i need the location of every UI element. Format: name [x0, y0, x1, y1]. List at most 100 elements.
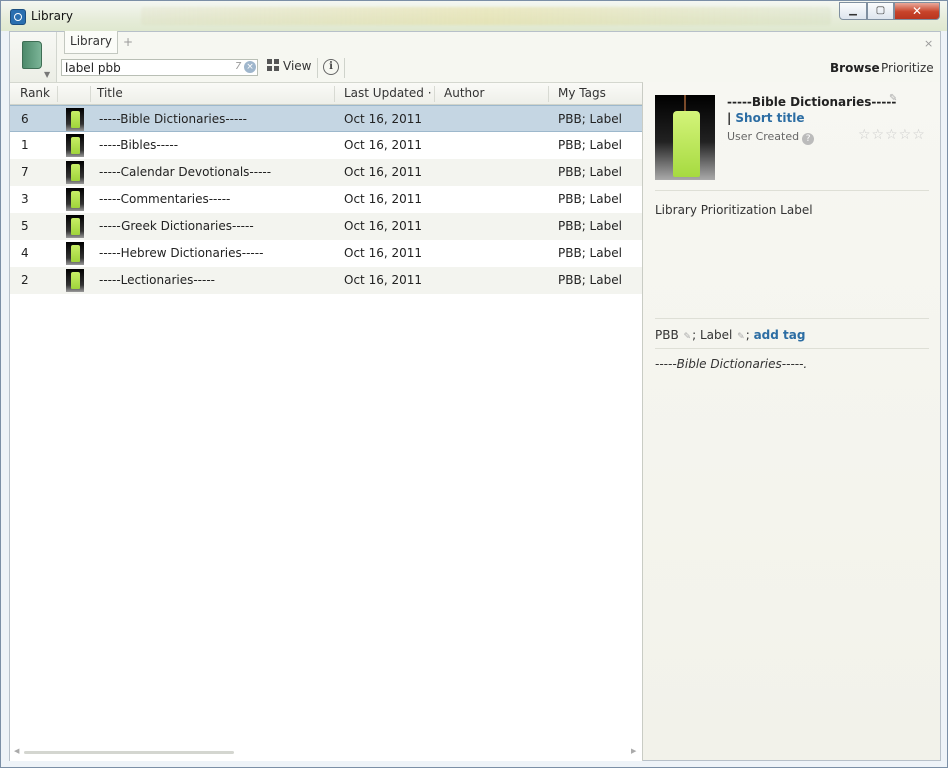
row-last-updated: Oct 16, 2011: [344, 246, 422, 260]
table-row[interactable]: 1 -----Bibles----- Oct 16, 2011 PBB; Lab…: [10, 132, 642, 159]
column-divider[interactable]: [434, 86, 435, 102]
panel-menu-button[interactable]: ▼: [10, 32, 57, 82]
resource-list: Rank Title Last Updated · Author My Tags…: [10, 82, 643, 761]
title-bar[interactable]: Library ▁ ▢ ✕: [1, 1, 947, 31]
edit-title-icon[interactable]: ✎: [889, 93, 897, 104]
minimize-button[interactable]: ▁: [839, 2, 867, 20]
label-tag-icon: [66, 242, 84, 265]
prioritize-tab[interactable]: Prioritize: [881, 61, 934, 75]
column-header: Rank Title Last Updated · Author My Tags: [10, 83, 642, 105]
divider: [655, 190, 929, 191]
row-title: -----Bibles-----: [99, 138, 179, 152]
label-tag-icon: [66, 269, 84, 292]
tag-label[interactable]: Label: [700, 328, 732, 342]
close-button[interactable]: ✕: [894, 2, 940, 20]
row-my-tags: PBB; Label: [558, 246, 622, 260]
panel-close-button[interactable]: ×: [924, 37, 933, 50]
column-author[interactable]: Author: [444, 86, 484, 100]
column-divider[interactable]: [57, 86, 58, 102]
detail-note: -----Bible Dictionaries-----.: [655, 357, 808, 371]
row-title: -----Calendar Devotionals-----: [99, 165, 272, 179]
detail-pane: -----Bible Dictionaries----- ✎ | Short ti…: [643, 82, 940, 760]
row-title: -----Bible Dictionaries-----: [99, 112, 248, 126]
tab-library[interactable]: Library: [64, 31, 118, 54]
table-row[interactable]: 4 -----Hebrew Dictionaries----- Oct 16, …: [10, 240, 642, 267]
result-count: 7: [235, 61, 242, 72]
row-title: -----Commentaries-----: [99, 192, 231, 206]
row-title: -----Hebrew Dictionaries-----: [99, 246, 264, 260]
tag-list: PBB ✎; Label ✎; add tag: [655, 328, 805, 342]
short-title-label: Short title: [735, 111, 805, 125]
detail-title: -----Bible Dictionaries-----: [727, 95, 897, 109]
scroll-left-icon[interactable]: ◀: [14, 747, 19, 755]
label-tag-icon: [66, 188, 84, 211]
tag-separator-end: ;: [745, 328, 750, 342]
maximize-button[interactable]: ▢: [867, 2, 894, 20]
library-panel: ▼ Library + × 7 × View i Browse Prioriti…: [9, 31, 941, 761]
row-last-updated: Oct 16, 2011: [344, 273, 422, 287]
add-tab-button[interactable]: +: [123, 35, 133, 49]
column-rank[interactable]: Rank: [20, 86, 50, 100]
search-input[interactable]: [65, 60, 225, 75]
row-my-tags: PBB; Label: [558, 273, 622, 287]
grid-icon: [267, 59, 279, 71]
divider: [655, 348, 929, 349]
row-my-tags: PBB; Label: [558, 138, 622, 152]
row-last-updated: Oct 16, 2011: [344, 138, 422, 152]
row-my-tags: PBB; Label: [558, 192, 622, 206]
window-title: Library: [31, 9, 73, 23]
tag-pbb[interactable]: PBB: [655, 328, 679, 342]
row-my-tags: PBB; Label: [558, 112, 622, 126]
toolbar-divider: [344, 58, 345, 78]
row-my-tags: PBB; Label: [558, 219, 622, 233]
row-title: -----Greek Dictionaries-----: [99, 219, 254, 233]
row-title: -----Lectionaries-----: [99, 273, 215, 287]
table-row[interactable]: 3 -----Commentaries----- Oct 16, 2011 PB…: [10, 186, 642, 213]
row-my-tags: PBB; Label: [558, 165, 622, 179]
label-tag-icon: [66, 108, 84, 131]
row-rank: 7: [21, 165, 29, 179]
row-rank: 5: [21, 219, 29, 233]
column-last-updated-label: Last Updated: [344, 86, 424, 100]
browse-tab[interactable]: Browse: [830, 61, 880, 75]
column-divider[interactable]: [90, 86, 91, 102]
row-last-updated: Oct 16, 2011: [344, 219, 422, 233]
scroll-right-icon[interactable]: ▶: [631, 747, 636, 755]
row-rank: 2: [21, 273, 29, 287]
column-last-updated[interactable]: Last Updated ·: [344, 86, 432, 100]
search-box[interactable]: 7 ×: [61, 59, 258, 76]
chevron-down-icon: ▼: [44, 70, 51, 79]
label-tag-icon: [66, 215, 84, 238]
info-icon[interactable]: i: [323, 59, 339, 75]
help-icon[interactable]: ?: [802, 133, 815, 145]
edit-tag-icon[interactable]: ✎: [737, 332, 745, 342]
row-rank: 3: [21, 192, 29, 206]
star-rating[interactable]: ☆☆☆☆☆: [858, 127, 926, 143]
table-row[interactable]: 7 -----Calendar Devotionals----- Oct 16,…: [10, 159, 642, 186]
toolbar-divider: [317, 58, 318, 78]
row-rank: 4: [21, 246, 29, 260]
user-created-text: User Created: [727, 130, 800, 143]
column-my-tags[interactable]: My Tags: [558, 86, 606, 100]
row-last-updated: Oct 16, 2011: [344, 192, 422, 206]
row-rank: 6: [21, 112, 29, 126]
add-tag-link[interactable]: add tag: [754, 328, 806, 342]
clear-search-icon[interactable]: ×: [244, 61, 256, 73]
table-row[interactable]: 6 -----Bible Dictionaries----- Oct 16, 2…: [10, 105, 642, 132]
column-title[interactable]: Title: [97, 86, 123, 100]
horizontal-scrollbar[interactable]: [24, 751, 234, 754]
short-title-bar: |: [727, 111, 732, 125]
edit-tag-icon[interactable]: ✎: [684, 332, 692, 342]
table-row[interactable]: 2 -----Lectionaries----- Oct 16, 2011 PB…: [10, 267, 642, 294]
column-divider[interactable]: [548, 86, 549, 102]
view-label: View: [283, 59, 312, 73]
short-title-link[interactable]: | Short title: [727, 111, 805, 125]
label-tag-icon: [66, 134, 84, 157]
column-divider[interactable]: [334, 86, 335, 102]
table-row[interactable]: 5 -----Greek Dictionaries----- Oct 16, 2…: [10, 213, 642, 240]
view-button[interactable]: View: [267, 59, 311, 77]
detail-description: Library Prioritization Label: [655, 203, 813, 217]
library-window: Library ▁ ▢ ✕ ▼ Library + × 7 × View i B…: [0, 0, 948, 768]
label-tag-icon: [655, 95, 715, 180]
row-rank: 1: [21, 138, 29, 152]
